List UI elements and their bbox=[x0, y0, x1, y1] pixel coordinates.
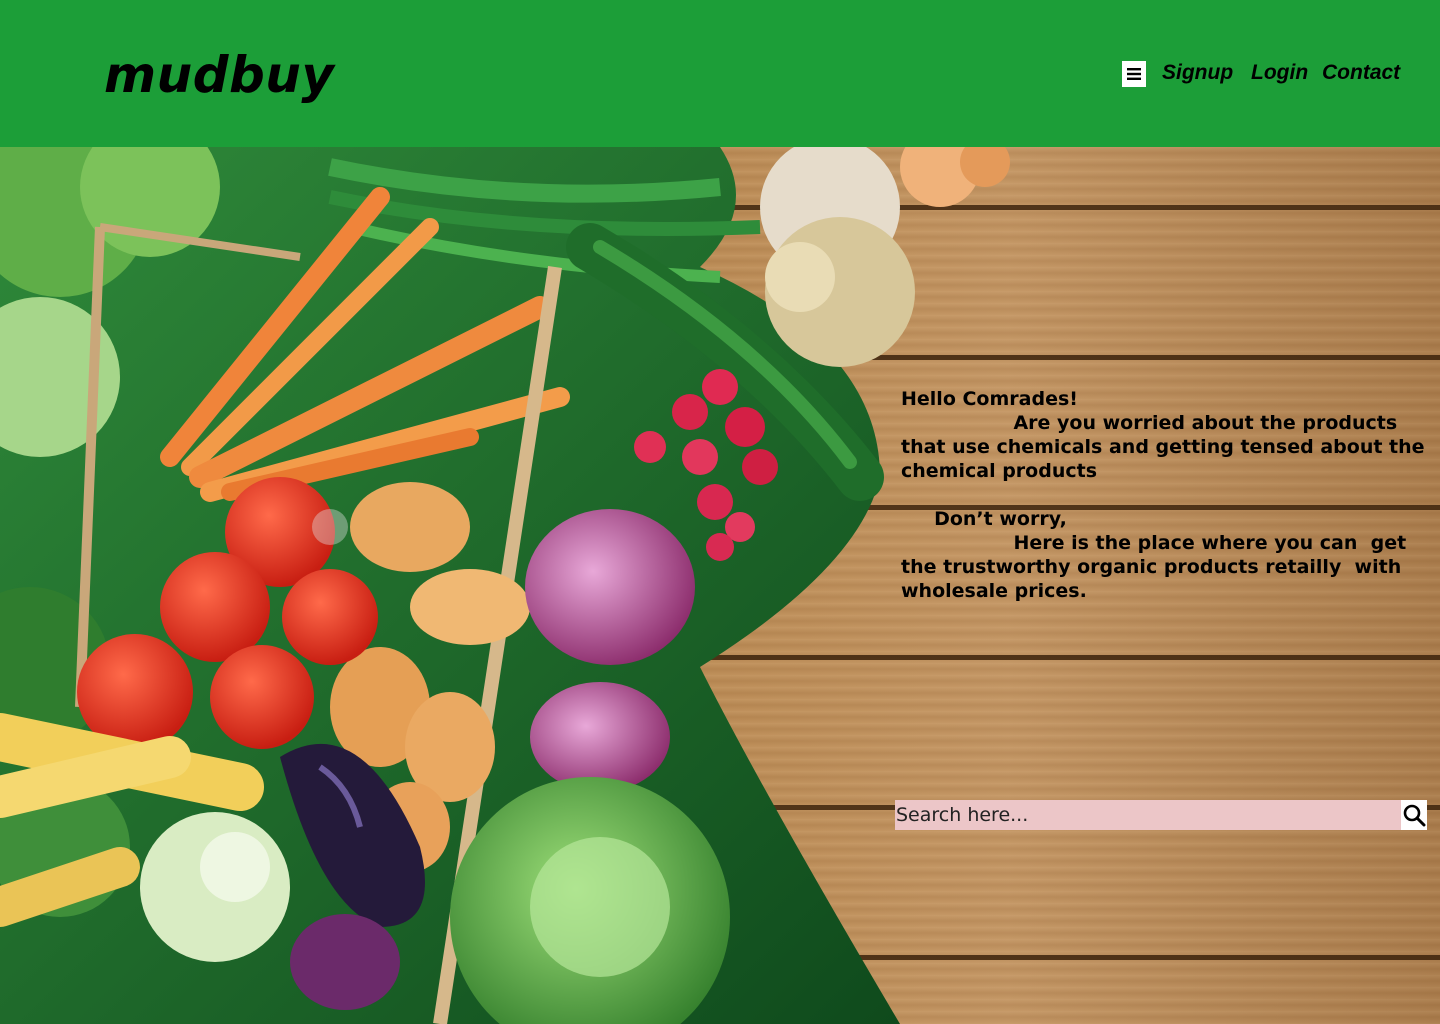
search-input[interactable] bbox=[895, 800, 1401, 830]
hero-line-1: Are you worried about the products that … bbox=[901, 412, 1432, 482]
hero-line-2: Don’t worry, bbox=[901, 508, 1067, 530]
hamburger-menu-icon[interactable] bbox=[1122, 61, 1146, 87]
hero-text: Hello Comrades! Are you worried about th… bbox=[901, 387, 1440, 603]
header-bar: mudbuy Signup Login Contact bbox=[0, 0, 1440, 147]
nav-contact-link[interactable]: Contact bbox=[1322, 61, 1400, 85]
search-icon bbox=[1403, 804, 1426, 827]
nav-signup-link[interactable]: Signup bbox=[1162, 61, 1233, 85]
hero-greeting: Hello Comrades! bbox=[901, 388, 1078, 410]
nav-login-link[interactable]: Login bbox=[1251, 61, 1308, 85]
search-button[interactable] bbox=[1401, 800, 1427, 830]
hero-line-3: Here is the place where you can get the … bbox=[901, 532, 1413, 602]
search-bar bbox=[895, 800, 1427, 830]
hero-section: Hello Comrades! Are you worried about th… bbox=[0, 147, 1440, 1024]
brand-logo[interactable]: mudbuy bbox=[104, 46, 334, 104]
